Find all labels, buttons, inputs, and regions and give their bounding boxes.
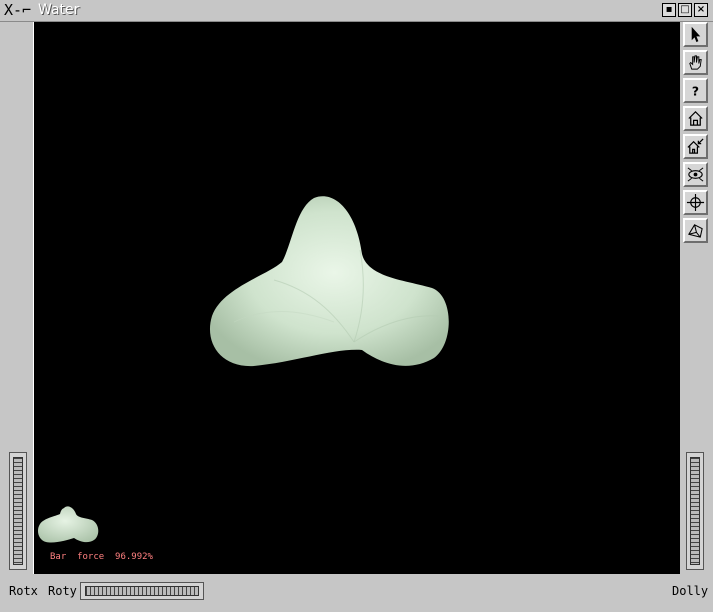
help-button[interactable]: ?: [683, 78, 708, 103]
dolly-thumbwheel[interactable]: [686, 452, 704, 570]
window-title: Water: [38, 2, 80, 18]
set-home-button[interactable]: [683, 134, 708, 159]
title-bar[interactable]: X-⌐ Water ▪ □ ×: [0, 0, 713, 22]
rendered-shape: [38, 196, 449, 543]
roty-thumbwheel[interactable]: [80, 582, 204, 600]
seek-button[interactable]: [683, 190, 708, 215]
main-shape: [209, 196, 449, 367]
hand-button[interactable]: [683, 50, 708, 75]
pick-arrow-button[interactable]: [683, 22, 708, 47]
x-logo-icon: X-⌐: [4, 1, 32, 19]
rotx-thumbwheel[interactable]: [9, 452, 27, 570]
seek-icon: [686, 193, 705, 212]
status-overlay-text: Bar force 96.992%: [50, 552, 153, 562]
pick-arrow-icon: [691, 26, 701, 43]
home-icon: [688, 110, 703, 126]
view-all-button[interactable]: [683, 162, 708, 187]
render-viewport[interactable]: Bar force 96.992%: [33, 22, 680, 574]
help-icon: ?: [692, 84, 699, 98]
projection-button[interactable]: [683, 218, 708, 243]
set-home-icon: [687, 138, 704, 154]
svg-text:?: ?: [692, 84, 699, 98]
thumbnail-shape: [38, 506, 99, 543]
hand-icon: [689, 55, 702, 70]
view-all-icon: [687, 167, 704, 182]
roty-label: Roty: [48, 584, 77, 598]
iconify-button[interactable]: ▪: [662, 3, 676, 17]
rotx-label: Rotx: [9, 584, 38, 598]
dolly-label: Dolly: [672, 584, 709, 598]
projection-icon: [688, 224, 703, 238]
close-button[interactable]: ×: [694, 3, 708, 17]
maximize-button[interactable]: □: [678, 3, 692, 17]
home-button[interactable]: [683, 106, 708, 131]
